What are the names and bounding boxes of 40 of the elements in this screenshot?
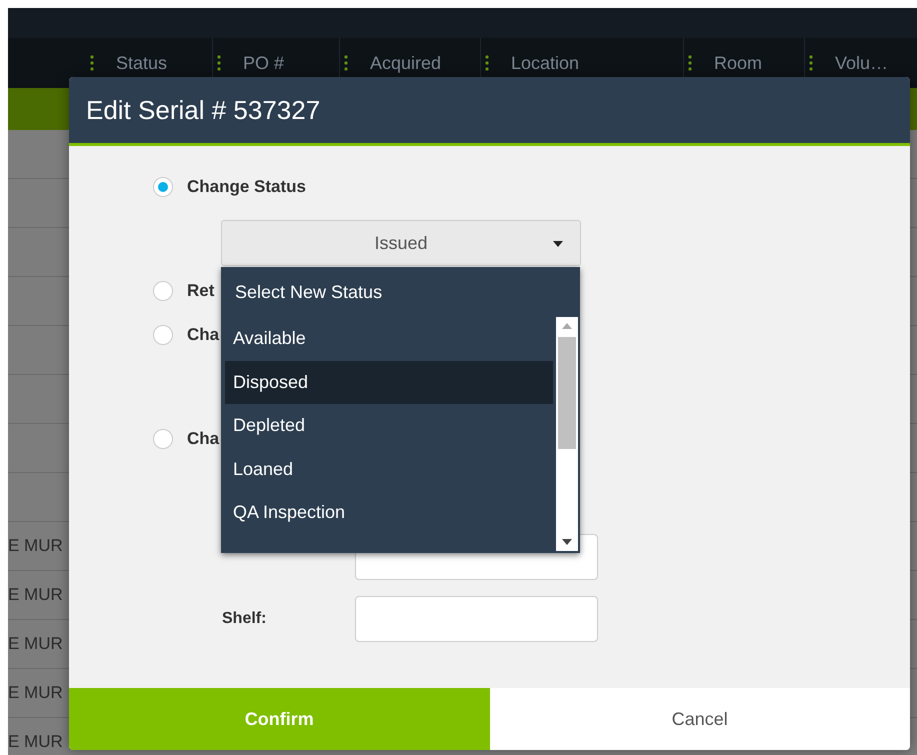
column-header[interactable]: Status [116, 52, 168, 74]
menu-item[interactable]: Depleted [221, 404, 553, 448]
table-cell: E MUR [8, 634, 63, 654]
shelf-field[interactable] [355, 596, 598, 642]
radio-button[interactable] [153, 325, 173, 345]
caret-icon [553, 241, 563, 247]
column-header[interactable]: Acquired [370, 52, 442, 74]
menu-item[interactable]: Disposed [225, 360, 553, 404]
column-grip-icon[interactable] [344, 55, 348, 71]
status-dropdown[interactable]: Issued [221, 220, 581, 266]
menu-item[interactable]: Available [221, 317, 553, 360]
column-header[interactable]: Room [714, 52, 762, 74]
scrollbar[interactable] [556, 317, 578, 551]
option-label: Cha [187, 429, 220, 449]
cancel-button[interactable]: Cancel [490, 688, 910, 750]
column-header[interactable]: Location [511, 52, 580, 74]
scroll-thumb[interactable] [558, 337, 576, 449]
menu-item[interactable]: Loaned [221, 448, 553, 491]
radio-button[interactable] [153, 429, 173, 449]
option-label: Change Status [187, 177, 306, 197]
column-grip-icon[interactable] [485, 55, 489, 71]
column-grip-icon[interactable] [688, 55, 692, 71]
table-cell: E MUR [8, 683, 63, 703]
dialog-title: Edit Serial # 537327 [86, 94, 320, 126]
table-cell: E MUR [8, 536, 63, 556]
menu-item[interactable]: QA Inspection [221, 491, 553, 534]
column-grip-icon[interactable] [809, 55, 813, 71]
shelf-label: Shelf: [222, 610, 268, 628]
menu-item[interactable]: Select New Status [221, 267, 553, 317]
radio-button[interactable] [153, 281, 173, 301]
scroll-down-icon[interactable] [562, 539, 572, 545]
column-grip-icon[interactable] [90, 55, 94, 71]
option-label: Ret [187, 281, 214, 301]
table-cell: E MUR [8, 732, 63, 752]
column-grip-icon[interactable] [217, 55, 221, 71]
column-header[interactable]: PO # [243, 52, 284, 74]
table-cell: E MUR [8, 585, 63, 605]
column-header[interactable]: Volu… [835, 52, 888, 74]
option-label: Cha [187, 325, 220, 345]
radio-button[interactable] [153, 177, 173, 197]
